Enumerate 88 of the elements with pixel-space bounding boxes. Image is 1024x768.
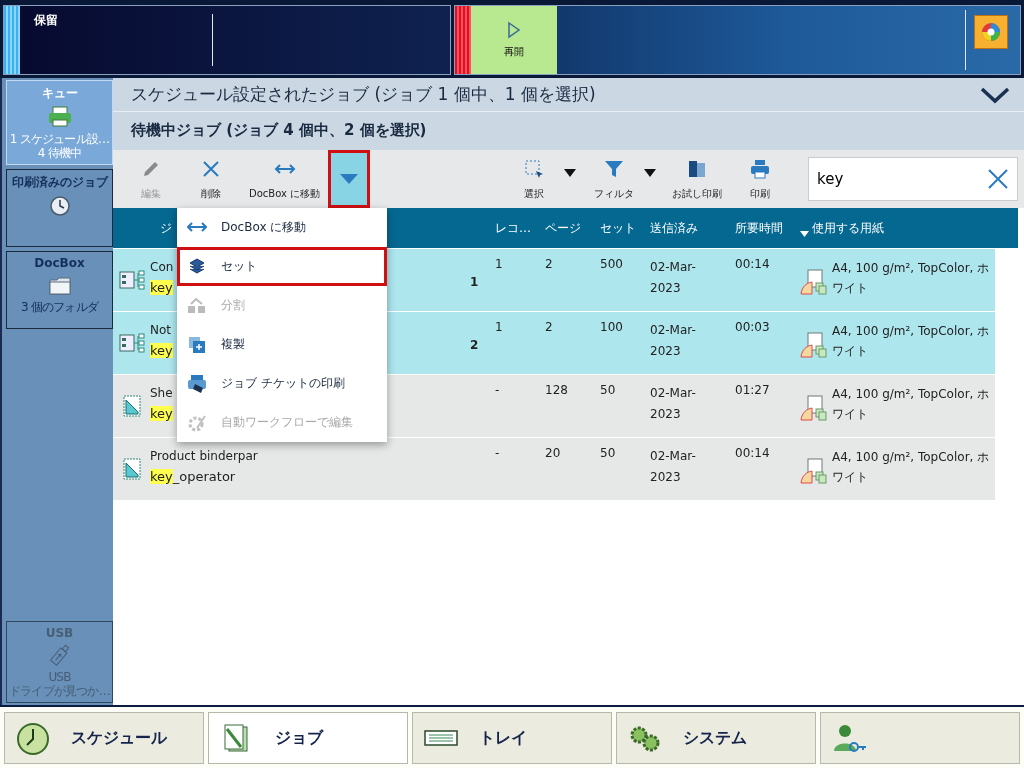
table-cell-text: A4, 100 g/m², TopColor, ホワイト bbox=[832, 260, 991, 297]
column-header[interactable]: 所要時間 bbox=[735, 219, 800, 237]
table-cell-text: 02-Mar- 2023 bbox=[650, 448, 696, 486]
table-cell: 20 bbox=[545, 446, 561, 460]
table-cell: - bbox=[495, 383, 500, 397]
table-cell: 00:03 bbox=[735, 320, 770, 334]
job-name: Con bbox=[150, 259, 174, 274]
close-icon[interactable] bbox=[987, 168, 1009, 190]
job-owner: key bbox=[150, 279, 173, 295]
job-name: Not bbox=[150, 322, 172, 337]
table-cell-text: 02-Mar- 2023 bbox=[650, 322, 696, 360]
table-cell: 1 bbox=[470, 275, 479, 289]
nav-tab[interactable] bbox=[820, 712, 1020, 764]
paper-icon bbox=[800, 332, 828, 358]
split-icon bbox=[187, 295, 207, 316]
nav-tab[interactable]: トレイ bbox=[412, 712, 612, 764]
menu-item[interactable]: 複製 bbox=[177, 325, 387, 364]
job-owner: key bbox=[150, 405, 173, 421]
job-owner: key bbox=[150, 342, 173, 358]
nav-tab[interactable]: ジョブ bbox=[208, 712, 408, 764]
printer-icon bbox=[187, 373, 207, 394]
sidebar-item[interactable]: DocBox 3 個のフォルダ bbox=[6, 251, 113, 329]
toolbar-button[interactable]: 削除 bbox=[181, 157, 241, 201]
column-header[interactable]: 送信済み bbox=[650, 219, 735, 237]
document-icon bbox=[121, 395, 142, 417]
table-cell: 50 bbox=[600, 383, 616, 397]
job-name: Product binderpar bbox=[150, 448, 258, 463]
table-cell: 01:27 bbox=[735, 383, 770, 397]
printer-icon bbox=[749, 157, 771, 180]
status-stripe bbox=[4, 6, 20, 74]
table-cell: 100 bbox=[600, 320, 623, 334]
nav-tab[interactable]: システム bbox=[616, 712, 816, 764]
table-cell: 1 bbox=[495, 257, 503, 271]
table-cell: 2 bbox=[545, 257, 553, 271]
search-field[interactable]: key bbox=[808, 157, 1018, 201]
chevron-down-icon bbox=[980, 85, 1010, 104]
section-title: スケジュール設定されたジョブ (ジョブ 1 個中、1 個を選択) bbox=[131, 83, 596, 106]
menu-item[interactable]: セット bbox=[177, 247, 387, 286]
section-title: 待機中ジョブ (ジョブ 4 個中、2 個を選択) bbox=[113, 112, 1024, 150]
flow-chart-icon bbox=[118, 269, 145, 291]
table-cell-text: A4, 100 g/m², TopColor, ホワイト bbox=[832, 449, 991, 486]
column-header[interactable]: セット bbox=[600, 219, 650, 237]
sidebar-item[interactable]: 印刷済みのジョブ bbox=[6, 169, 113, 247]
play-icon bbox=[507, 21, 521, 39]
dropdown-button[interactable] bbox=[328, 150, 371, 208]
printer-icon bbox=[47, 105, 72, 129]
caret-icon bbox=[339, 173, 360, 185]
toolbar-button[interactable]: 選択 bbox=[504, 157, 564, 201]
table-cell: 500 bbox=[600, 257, 623, 271]
status-label: 保留 bbox=[33, 12, 59, 29]
document-icon bbox=[121, 458, 142, 480]
table-cell: 50 bbox=[600, 446, 616, 460]
status-stripe bbox=[455, 6, 471, 74]
table-cell-text: A4, 100 g/m², TopColor, ホワイト bbox=[832, 323, 991, 360]
paper-icon bbox=[800, 269, 828, 295]
paper-icon bbox=[800, 458, 828, 484]
table-cell: 2 bbox=[545, 320, 553, 334]
copy-icon bbox=[187, 334, 207, 355]
table-cell: 1 bbox=[495, 320, 503, 334]
nav-tab[interactable]: スケジュール bbox=[4, 712, 204, 764]
table-cell-text: 02-Mar- 2023 bbox=[650, 259, 696, 297]
clock-icon bbox=[15, 721, 51, 755]
job-name: She bbox=[150, 385, 173, 400]
column-header[interactable]: 使用する用紙 bbox=[800, 219, 1018, 237]
flow-chart-icon bbox=[118, 332, 145, 354]
table-cell: 128 bbox=[545, 383, 568, 397]
resume-button[interactable]: 再開 bbox=[471, 6, 557, 74]
table-cell: 00:14 bbox=[735, 446, 770, 460]
table-cell: - bbox=[495, 446, 500, 460]
paper-icon bbox=[800, 395, 828, 421]
toolbar-button[interactable]: 印刷 bbox=[730, 157, 790, 201]
column-header[interactable]: レコ… bbox=[495, 219, 545, 237]
menu-item[interactable]: DocBox に移動 bbox=[177, 208, 387, 247]
column-header[interactable]: ページ bbox=[545, 219, 600, 237]
table-cell: 2 bbox=[470, 338, 479, 352]
table-cell-text: A4, 100 g/m², TopColor, ホワイト bbox=[832, 386, 991, 423]
toolbar-button[interactable]: フィルタ bbox=[584, 157, 644, 201]
color-wheel-button[interactable] bbox=[974, 15, 1008, 49]
toolbar-button[interactable]: DocBox に移動 bbox=[241, 157, 329, 201]
sort-icon bbox=[800, 231, 809, 237]
color-wheel-icon bbox=[980, 21, 1002, 43]
table-cell: 00:14 bbox=[735, 257, 770, 271]
table-cell-text: 02-Mar- 2023 bbox=[650, 385, 696, 423]
clock-icon bbox=[47, 194, 72, 218]
toolbar-button[interactable]: お試し印刷 bbox=[664, 157, 730, 201]
selection-icon bbox=[523, 157, 545, 180]
usb-stick-icon bbox=[47, 643, 72, 667]
section-header[interactable]: スケジュール設定されたジョブ (ジョブ 1 個中、1 個を選択) bbox=[113, 78, 1024, 112]
